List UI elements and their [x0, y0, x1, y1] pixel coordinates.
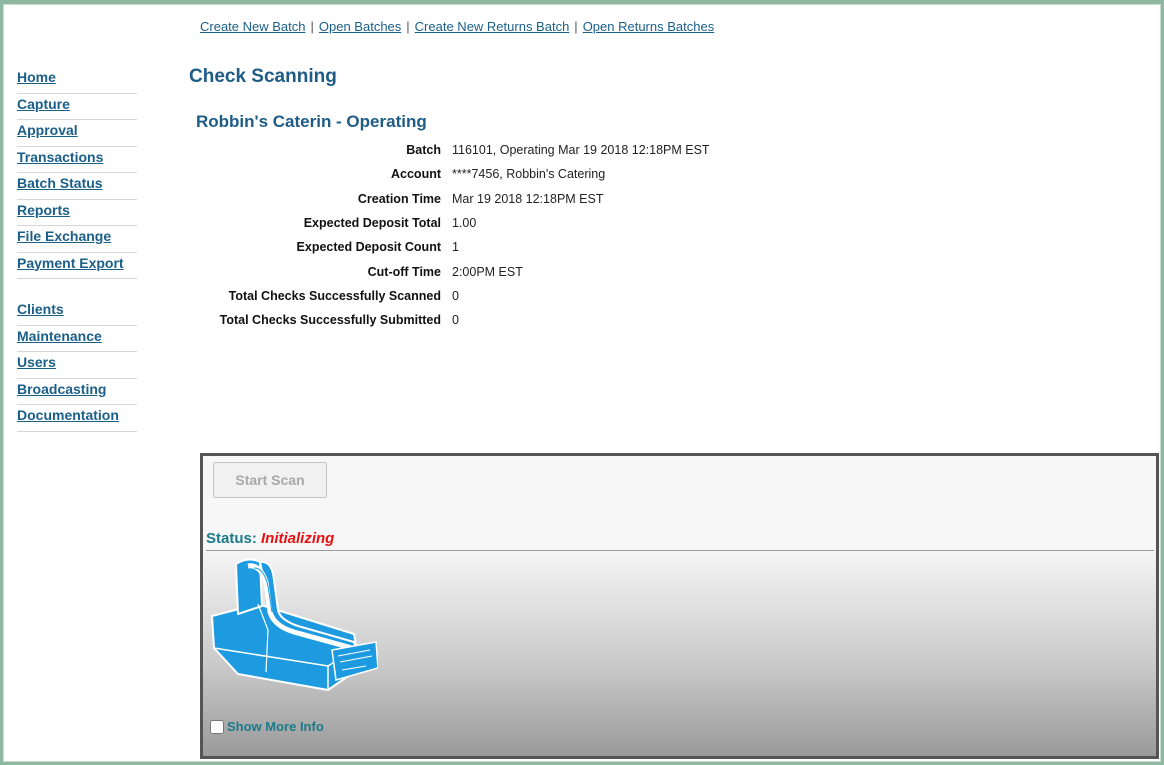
info-value: Mar 19 2018 12:18PM EST [452, 191, 604, 206]
info-label: Creation Time [357, 191, 441, 206]
separator: | [310, 19, 314, 34]
info-label: Account [391, 167, 441, 182]
sidebar-item-clients[interactable]: Clients [17, 299, 137, 326]
sidebar-item-payment-export[interactable]: Payment Export [17, 253, 137, 279]
info-value: 0 [452, 288, 459, 303]
start-scan-button[interactable]: Start Scan [213, 462, 327, 498]
sidebar-item-home[interactable]: Home [17, 67, 137, 94]
check-scanner-icon [211, 558, 379, 691]
page-title: Check Scanning [189, 66, 337, 87]
app-frame: Create New Batch | Open Batches | Create New… [0, 0, 1164, 765]
batch-info-table: Batch 116101, Operating Mar 19 2018 12:18… [193, 138, 710, 332]
info-label: Cut-off Time [367, 264, 441, 279]
sidebar-item-users[interactable]: Users [17, 352, 137, 379]
info-row: Batch 116101, Operating Mar 19 2018 12:18… [193, 138, 710, 162]
info-row: Expected Deposit Total 1.00 [193, 211, 710, 235]
open-batches-link[interactable]: Open Batches [319, 19, 401, 34]
info-label: Expected Deposit Total [303, 216, 441, 231]
batch-title: Robbin's Caterin - Operating [196, 112, 427, 131]
info-label: Total Checks Successfully Scanned [228, 288, 441, 303]
info-value: ****7456, Robbin's Catering [452, 167, 606, 182]
info-value: 1.00 [452, 216, 477, 231]
info-row: Creation Time Mar 19 2018 12:18PM EST [193, 187, 710, 211]
info-label: Total Checks Successfully Submitted [219, 313, 441, 328]
check-scanner-icon [208, 556, 379, 701]
info-row: Cut-off Time 2:00PM EST [193, 259, 710, 283]
sidebar-item-approval[interactable]: Approval [17, 120, 137, 147]
open-returns-batches-link[interactable]: Open Returns Batches [583, 19, 715, 34]
sidebar-item-file-exchange[interactable]: File Exchange [17, 226, 137, 253]
info-label: Expected Deposit Count [296, 240, 441, 255]
info-row: Account ****7456, Robbin's Catering [193, 162, 710, 186]
create-new-batch-link[interactable]: Create New Batch [200, 19, 306, 34]
sidebar-item-reports[interactable]: Reports [17, 200, 137, 226]
info-value: 116101, Operating Mar 19 2018 12:18PM ES… [452, 143, 710, 158]
show-more-info-label: Show More Info [227, 719, 324, 734]
status-row: Status: Initializing [206, 530, 1154, 551]
separator: | [406, 19, 410, 34]
create-new-returns-batch-link[interactable]: Create New Returns Batch [415, 19, 570, 34]
info-value: 2:00PM EST [452, 264, 523, 279]
status-label: Status: [206, 530, 257, 547]
info-value: 0 [452, 313, 459, 328]
sidebar-item-maintenance[interactable]: Maintenance [17, 326, 137, 352]
sidebar-item-batch-status[interactable]: Batch Status [17, 173, 137, 200]
show-more-info-checkbox[interactable] [210, 719, 224, 734]
info-row: Total Checks Successfully Scanned 0 [193, 284, 710, 308]
sidebar-item-documentation[interactable]: Documentation [17, 405, 137, 432]
sidebar-item-broadcasting[interactable]: Broadcasting [17, 379, 137, 405]
top-nav: Create New Batch | Open Batches | Create New… [200, 19, 714, 34]
scanner-panel: Start Scan Status: Initializing Show Mor… [200, 453, 1159, 759]
info-row: Expected Deposit Count 1 [193, 235, 710, 259]
sidebar-item-capture[interactable]: Capture [17, 94, 137, 120]
sidebar-item-transactions[interactable]: Transactions [17, 147, 137, 173]
info-row: Total Checks Successfully Submitted 0 [193, 308, 710, 332]
separator: | [574, 19, 578, 34]
info-value: 1 [452, 240, 459, 255]
sidebar: Home Capture Approval Transactions Batch… [17, 67, 137, 432]
show-more-info-toggle[interactable]: Show More Info [210, 719, 324, 734]
status-value: Initializing [261, 530, 335, 547]
info-label: Batch [406, 143, 441, 158]
